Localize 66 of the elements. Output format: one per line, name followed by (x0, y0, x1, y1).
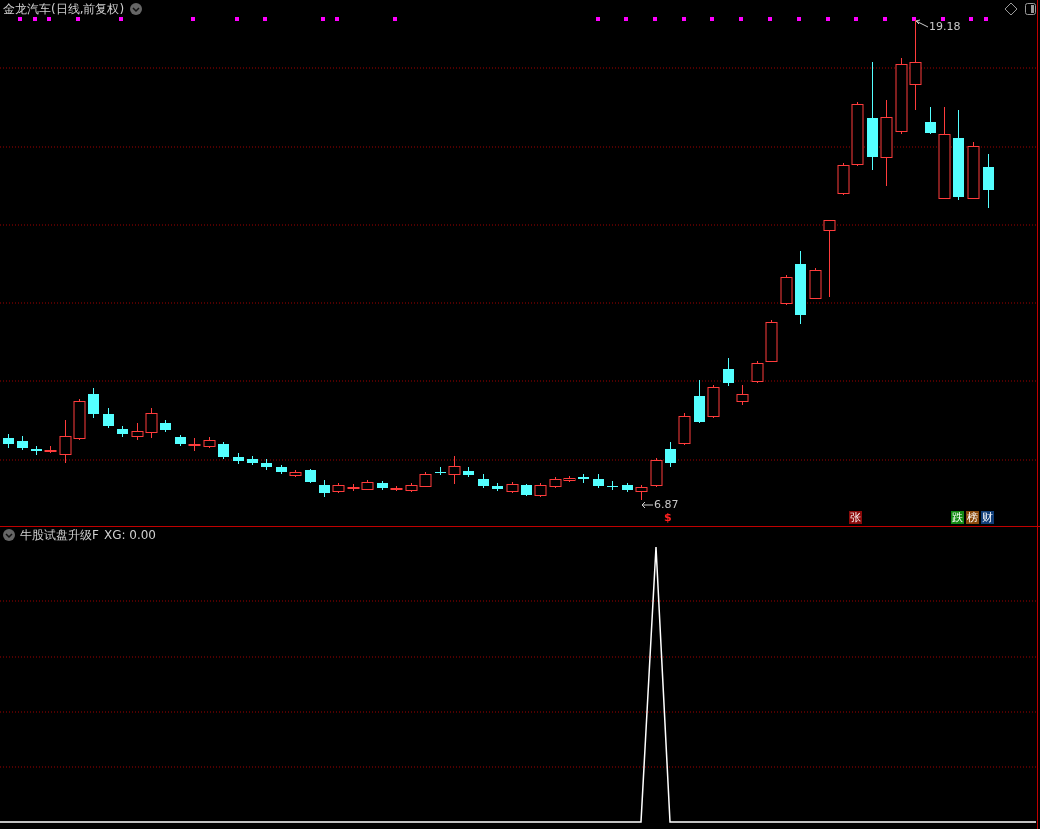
event-badge[interactable]: 张 (849, 511, 862, 524)
candlestick (103, 407, 114, 429)
candlestick (650, 457, 663, 488)
indicator-reading: XG: 0.00 (103, 528, 156, 542)
event-badge[interactable]: 榜 (966, 511, 979, 524)
candlestick (347, 483, 360, 492)
candlestick (448, 455, 461, 485)
high-price-label: 19.18 (929, 21, 961, 33)
candlestick (390, 485, 403, 492)
candlestick (478, 473, 489, 489)
candlestick (44, 445, 57, 454)
candlestick (361, 479, 374, 491)
panel-toggle-icon[interactable] (1025, 3, 1036, 15)
candlestick (780, 274, 793, 306)
candlestick (622, 482, 633, 493)
candlestick (276, 464, 287, 475)
candlestick (463, 466, 474, 478)
candlestick (521, 483, 532, 497)
candlestick (593, 473, 604, 489)
candlestick (59, 419, 72, 464)
candlestick (289, 469, 302, 478)
candlestick (925, 106, 936, 135)
candlestick (723, 357, 734, 387)
candlestick (707, 384, 720, 419)
event-badge[interactable]: 跌 (951, 511, 964, 524)
candlestick (635, 484, 648, 501)
candlestick (17, 435, 28, 451)
candlestick (578, 473, 589, 484)
candlestick (736, 384, 749, 406)
candlestick (73, 398, 86, 441)
diamond-icon[interactable] (1004, 2, 1018, 16)
dollar-marker[interactable]: $ (664, 511, 672, 524)
candlestick (506, 481, 519, 494)
chevron-down-icon[interactable] (3, 529, 15, 541)
candlestick (983, 153, 994, 209)
candlestick (160, 419, 171, 433)
high-marker-arrow-icon (915, 19, 929, 28)
candlestick (261, 458, 272, 471)
candlestick (678, 412, 691, 446)
candlestick (319, 479, 330, 498)
candlestick (188, 437, 201, 452)
candlestick (31, 445, 42, 456)
candlestick (377, 480, 388, 491)
candlestick (247, 455, 258, 466)
low-marker-arrow-icon (641, 501, 654, 509)
candlestick (435, 466, 446, 476)
candlestick (88, 387, 99, 419)
candlestick (305, 468, 316, 484)
event-badge[interactable]: 财 (981, 511, 994, 524)
candlestick (3, 433, 14, 449)
candlestick (218, 441, 229, 460)
candlestick (203, 436, 216, 449)
chevron-down-icon[interactable] (130, 3, 143, 15)
candlestick (607, 480, 618, 491)
candlestick (175, 434, 186, 447)
candlestick (492, 482, 503, 492)
low-price-label: 6.87 (654, 499, 679, 511)
candlestick (665, 441, 676, 468)
candlestick (117, 425, 128, 438)
candlestick (967, 141, 980, 199)
candlestick (233, 452, 244, 465)
candlestick (332, 482, 345, 494)
indicator-title: 牛股试盘升级F (20, 528, 99, 542)
candlestick (694, 379, 705, 424)
chart-title: 金龙汽车(日线,前复权) (3, 2, 125, 16)
candlestick (534, 482, 547, 498)
